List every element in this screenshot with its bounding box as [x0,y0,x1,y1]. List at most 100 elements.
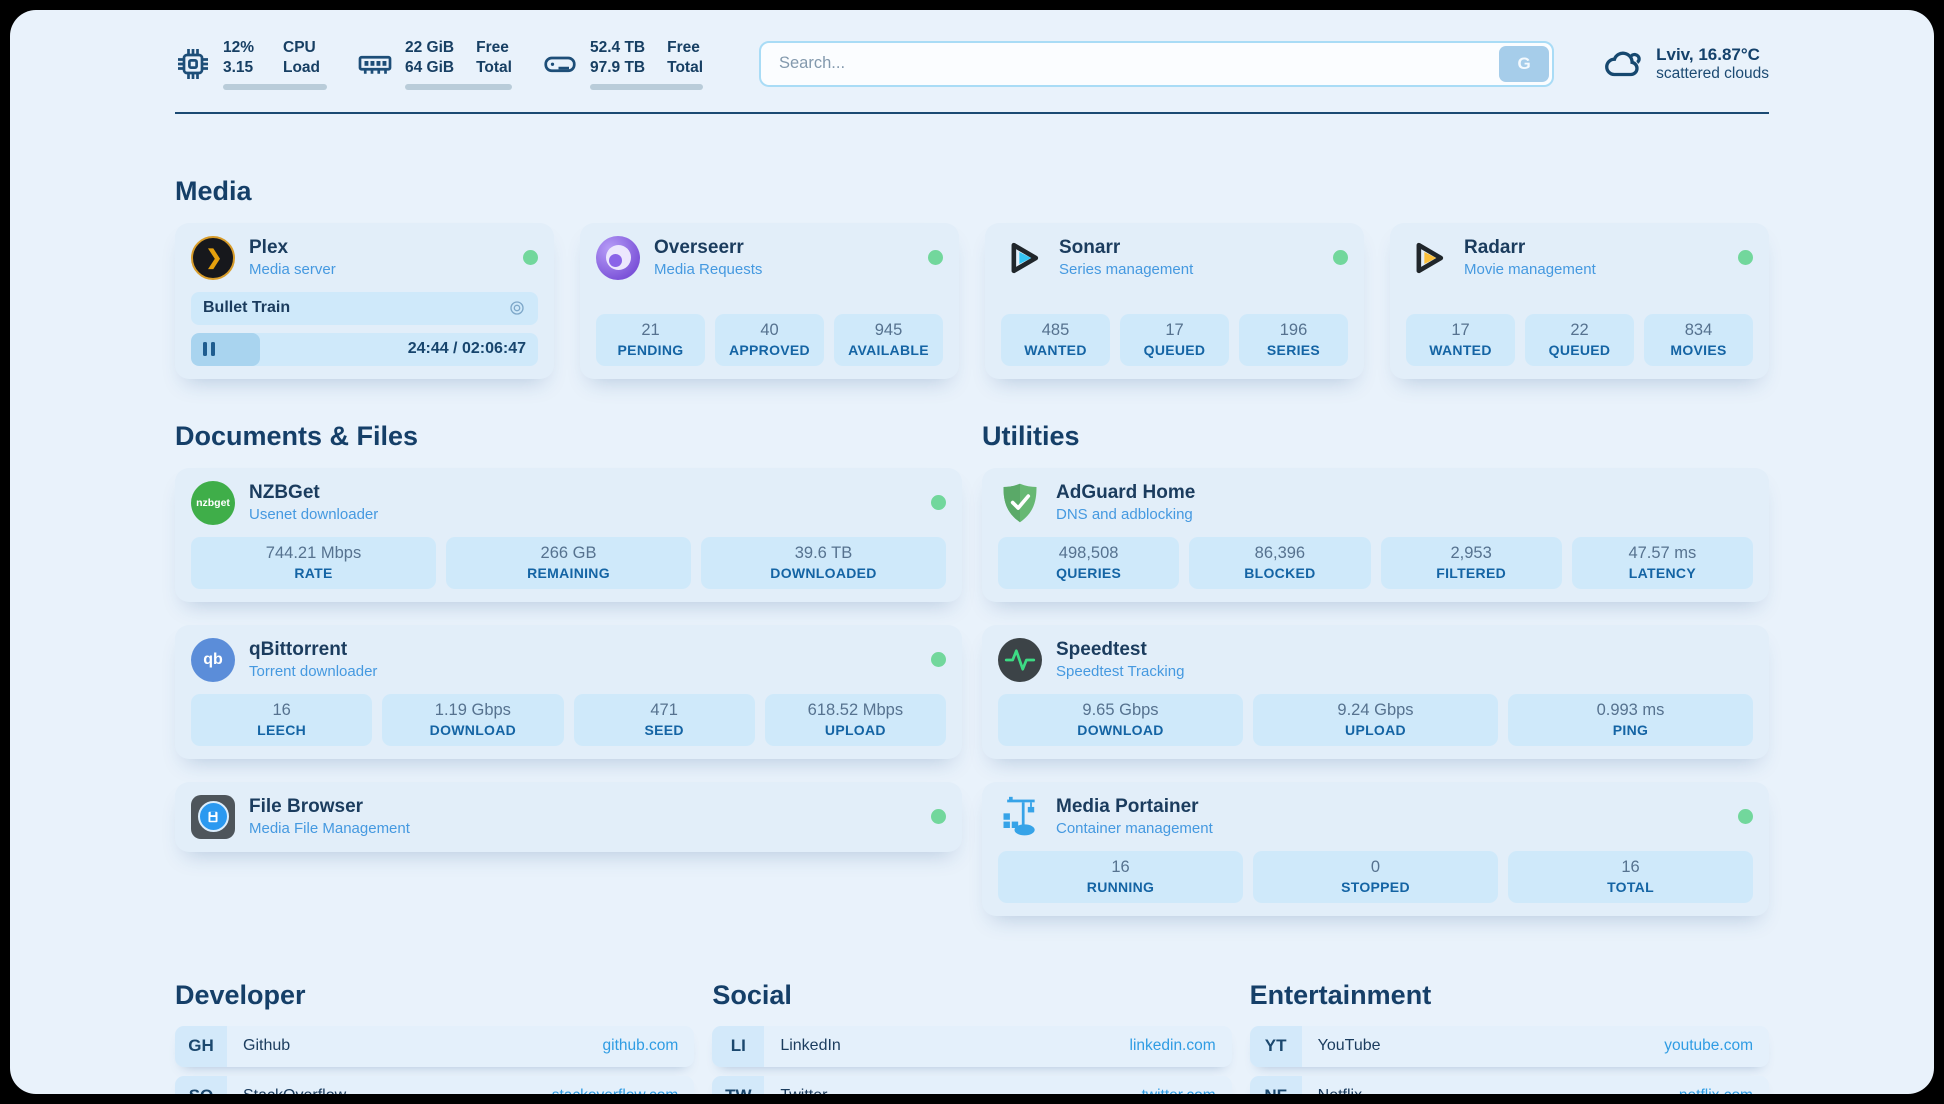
service-title: Plex [249,237,336,259]
cpu-icon [175,46,211,82]
bookmark-stackoverflow[interactable]: SO StackOverflow stackoverflow.com [175,1076,694,1094]
stat-label: LEECH [195,722,368,738]
stat-label: QUEUED [1529,342,1630,358]
service-card-sonarr[interactable]: Sonarr Series management 485WANTED 17QUE… [985,223,1364,379]
bookmark-github[interactable]: GH Github github.com [175,1026,694,1067]
stat-box: 0.993 msPING [1508,694,1753,746]
stat-value: 17 [1124,321,1225,340]
stat-value: 9.65 Gbps [1002,701,1239,720]
stat-box: 86,396BLOCKED [1189,537,1370,589]
stat-box: 16LEECH [191,694,372,746]
stat-label: TOTAL [1512,879,1749,895]
section-heading-documents: Documents & Files [175,421,962,452]
stat-box: 945AVAILABLE [834,314,943,366]
stat-value: 1.19 Gbps [386,701,559,720]
service-card-portainer[interactable]: Media Portainer Container management 16R… [982,782,1769,916]
stat-label: AVAILABLE [838,342,939,358]
service-card-plex[interactable]: ❯ Plex Media server Bullet Train [175,223,554,379]
service-title: Overseerr [654,237,762,259]
section-heading-utilities: Utilities [982,421,1769,452]
service-subtitle: Movie management [1464,261,1596,278]
stat-value: 0.993 ms [1512,701,1749,720]
section-documents: Documents & Files nzbget NZBGet Usenet d… [175,421,962,916]
section-heading-media: Media [175,176,1769,207]
stat-box: 16 TOTAL [1508,851,1753,903]
stat-value: 196 [1243,321,1344,340]
service-subtitle: Usenet downloader [249,506,378,523]
cpu-load-value: 3.15 [223,58,261,77]
stat-box: 17 QUEUED [1120,314,1229,366]
bookmark-abbr: GH [175,1026,227,1067]
bookmark-name: Github [243,1037,290,1055]
weather-location-temp: Lviv, 16.87°C [1656,45,1769,65]
bookmark-name: LinkedIn [780,1037,841,1055]
playback-progress-bar: 24:44 / 02:06:47 [191,333,538,366]
bookmark-netflix[interactable]: NF Netflix netflix.com [1250,1076,1769,1094]
playback-progress-fill [191,333,260,366]
cpu-label: CPU [283,38,327,57]
search-provider-button[interactable]: G [1499,46,1549,82]
session-status-icon [508,299,526,317]
stat-box: 47.57 msLATENCY [1572,537,1753,589]
service-card-speedtest[interactable]: Speedtest Speedtest Tracking 9.65 GbpsDO… [982,625,1769,759]
service-subtitle: Torrent downloader [249,663,377,680]
stat-label: QUERIES [1002,565,1175,581]
stat-label: UPLOAD [1257,722,1494,738]
service-card-overseerr[interactable]: Overseerr Media Requests 21PENDING 40APP… [580,223,959,379]
stat-box: 485WANTED [1001,314,1110,366]
stat-value: 40 [719,321,820,340]
bookmark-youtube[interactable]: YT YouTube youtube.com [1250,1026,1769,1067]
stat-label: DOWNLOADED [705,565,942,581]
stat-box: 744.21 MbpsRATE [191,537,436,589]
bookmark-url: twitter.com [1142,1087,1216,1094]
stat-value: 16 [1002,858,1239,877]
memory-free-label: Free [476,38,512,57]
stat-box: 21PENDING [596,314,705,366]
dashboard-page: 12% CPU 3.15 Load 22 GiB Free 64 GiB Tot… [10,10,1934,1094]
stat-value: 16 [1512,858,1749,877]
bookmark-url: stackoverflow.com [552,1087,679,1094]
service-card-qbittorrent[interactable]: qb qBittorrent Torrent downloader 16LEEC… [175,625,962,759]
stat-box: 9.24 GbpsUPLOAD [1253,694,1498,746]
status-dot [523,250,538,265]
portainer-icon [998,795,1042,839]
bookmark-linkedin[interactable]: LI LinkedIn linkedin.com [712,1026,1231,1067]
stat-label: DOWNLOAD [386,722,559,738]
cpu-widget: 12% CPU 3.15 Load [175,38,327,90]
stat-value: 618.52 Mbps [769,701,942,720]
memory-widget: 22 GiB Free 64 GiB Total [357,38,512,90]
stat-label: STOPPED [1257,879,1494,895]
service-title: AdGuard Home [1056,482,1195,504]
disk-icon [542,46,578,82]
service-card-radarr[interactable]: Radarr Movie management 17WANTED 22QUEUE… [1390,223,1769,379]
stat-value: 17 [1410,321,1511,340]
disk-free-label: Free [667,38,703,57]
stat-box: 22QUEUED [1525,314,1634,366]
plex-icon: ❯ [191,236,235,280]
service-card-adguard[interactable]: AdGuard Home DNS and adblocking 498,508Q… [982,468,1769,602]
bookmark-url: netflix.com [1679,1087,1753,1094]
stat-label: WANTED [1410,342,1511,358]
stat-label: UPLOAD [769,722,942,738]
stat-label: MOVIES [1648,342,1749,358]
service-card-filebrowser[interactable]: File Browser Media File Management [175,782,962,852]
search-input[interactable] [759,41,1554,87]
bookmark-abbr: NF [1250,1076,1302,1094]
bookmark-name: YouTube [1318,1037,1381,1055]
stat-label: QUEUED [1124,342,1225,358]
stat-box: 196SERIES [1239,314,1348,366]
disk-free-value: 52.4 TB [590,38,645,57]
service-title: NZBGet [249,482,378,504]
service-subtitle: Media File Management [249,820,410,837]
memory-progress-bar [405,84,512,90]
weather-widget: Lviv, 16.87°C scattered clouds [1602,43,1769,85]
qbittorrent-icon: qb [191,638,235,682]
stat-box: 40APPROVED [715,314,824,366]
filebrowser-icon [191,795,235,839]
memory-free-value: 22 GiB [405,38,454,57]
status-dot [1333,250,1348,265]
bookmark-twitter[interactable]: TW Twitter twitter.com [712,1076,1231,1094]
disk-total-value: 97.9 TB [590,58,645,77]
stat-box: 17 WANTED [1406,314,1515,366]
service-card-nzbget[interactable]: nzbget NZBGet Usenet downloader 744.21 M… [175,468,962,602]
